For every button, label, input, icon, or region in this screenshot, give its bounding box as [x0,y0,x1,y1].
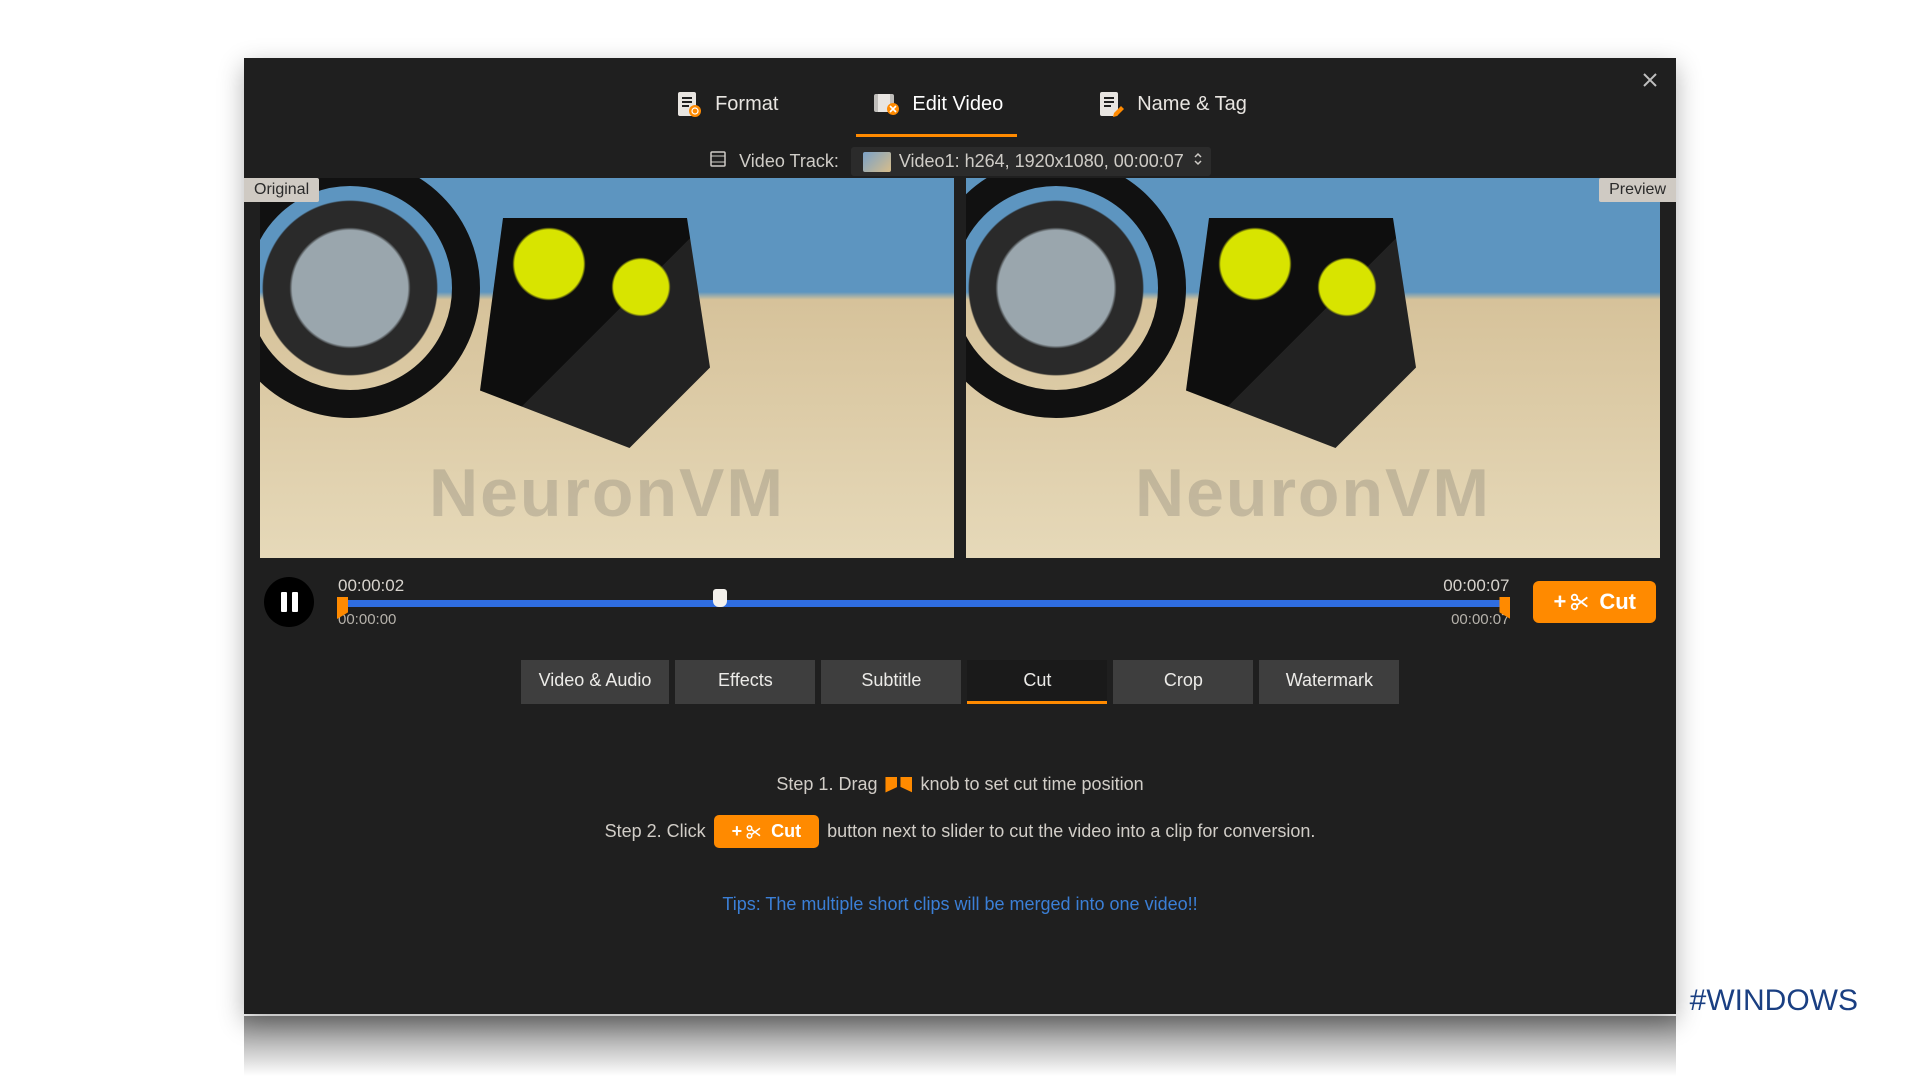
subtab-effects[interactable]: Effects [675,660,815,704]
video-editor-window: Format Edit Video Name & Tag Video Track… [244,58,1676,1014]
format-icon [673,88,705,120]
edit-video-icon [870,88,902,120]
timeline-row: 00:00:02 00:00:07 00:00:00 00:00:07 + Cu… [244,558,1676,628]
hashtag-overlay: #WINDOWS [1690,984,1858,1018]
watermark-text: NeuronVM [1135,454,1491,532]
step1-text-b: knob to set cut time position [920,774,1143,795]
tips-text: Tips: The multiple short clips will be m… [244,894,1676,915]
pause-button[interactable] [264,577,314,627]
subtab-watermark[interactable]: Watermark [1259,660,1399,704]
cut-button-inline: + Cut [714,815,820,848]
name-tag-icon [1095,88,1127,120]
tab-edit-video[interactable]: Edit Video [856,78,1017,137]
video-track-selected: Video1: h264, 1920x1080, 00:00:07 [899,151,1184,172]
cut-button-label: Cut [1599,589,1636,615]
edit-sub-tabs: Video & Audio Effects Subtitle Cut Crop … [244,660,1676,704]
cut-button-inline-label: Cut [771,821,801,842]
filmstrip-icon [709,150,727,173]
subtab-cut[interactable]: Cut [967,660,1107,704]
main-tabs: Format Edit Video Name & Tag [244,58,1676,137]
knob-pair-icon [885,777,912,793]
step2-text-a: Step 2. Click [605,821,706,842]
pause-icon [281,592,298,612]
range-end-label: 00:00:07 [1451,611,1509,628]
tab-format-label: Format [715,93,778,116]
tab-name-tag[interactable]: Name & Tag [1081,78,1261,137]
chevron-updown-icon [1193,151,1203,172]
tab-name-tag-label: Name & Tag [1137,93,1247,116]
timeline-total: 00:00:07 [1443,576,1509,596]
preview-panes: NeuronVM NeuronVM [244,176,1676,558]
video-track-bar: Video Track: Video1: h264, 1920x1080, 00… [244,147,1676,176]
cut-button[interactable]: + Cut [1533,581,1656,623]
track-thumbnail [863,152,891,172]
cut-icon: + [1553,589,1591,615]
timeline[interactable]: 00:00:02 00:00:07 00:00:00 00:00:07 [332,576,1515,628]
video-track-label: Video Track: [739,151,839,172]
cut-icon: + [732,821,764,842]
output-preview: NeuronVM [966,178,1660,558]
subtab-crop[interactable]: Crop [1113,660,1253,704]
playhead[interactable] [713,589,727,607]
original-badge: Original [244,178,319,202]
timeline-current: 00:00:02 [338,576,404,596]
original-preview: NeuronVM [260,178,954,558]
preview-badge: Preview [1599,178,1676,202]
tab-format[interactable]: Format [659,78,792,137]
range-start-label: 00:00:00 [338,611,396,628]
step1-text-a: Step 1. Drag [776,774,877,795]
close-button[interactable] [1638,68,1662,92]
video-track-select[interactable]: Video1: h264, 1920x1080, 00:00:07 [851,147,1211,176]
cut-instructions: Step 1. Drag knob to set cut time positi… [244,774,1676,848]
tab-edit-video-label: Edit Video [912,93,1003,116]
step2-text-b: button next to slider to cut the video i… [827,821,1315,842]
watermark-text: NeuronVM [429,454,785,532]
window-reflection [244,1016,1676,1076]
timeline-track[interactable] [338,600,1509,607]
subtab-video-audio[interactable]: Video & Audio [521,660,670,704]
subtab-subtitle[interactable]: Subtitle [821,660,961,704]
